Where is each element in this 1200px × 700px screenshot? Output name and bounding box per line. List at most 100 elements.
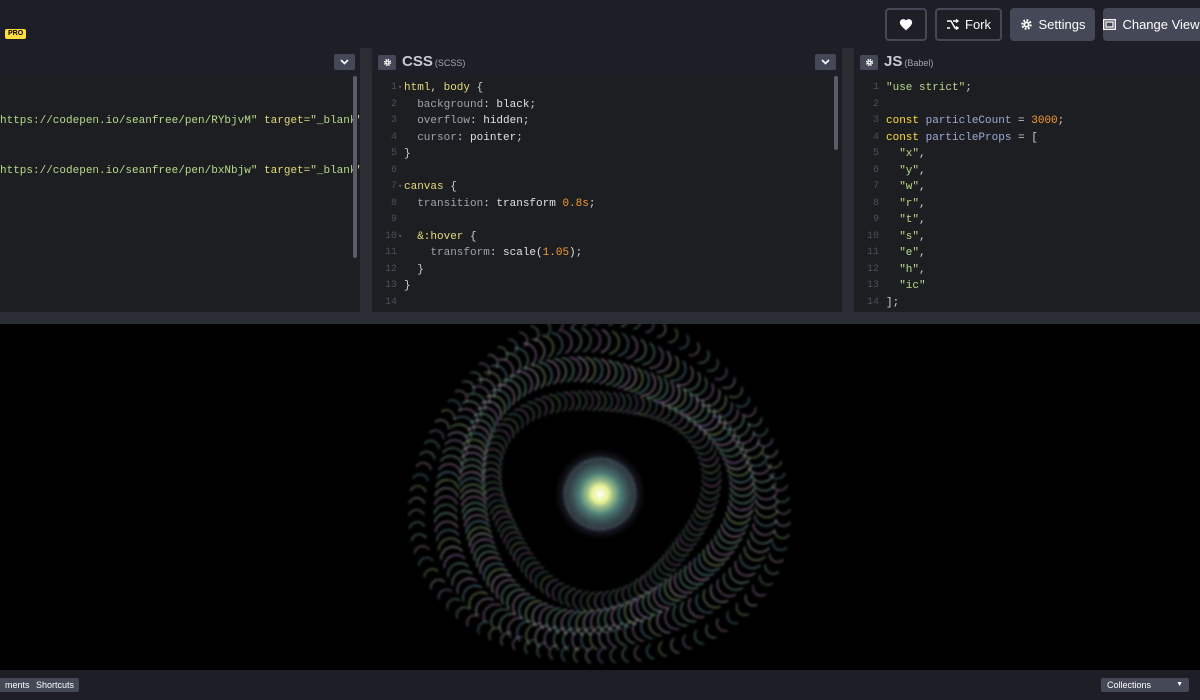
fold-arrow-icon[interactable]: ▾: [398, 229, 402, 245]
pane-resizer[interactable]: [842, 48, 854, 312]
code-line: 14];: [854, 295, 1200, 311]
line-number: 5: [390, 148, 397, 159]
shortcuts-button[interactable]: Shortcuts: [31, 678, 80, 692]
line-number: 3: [872, 115, 879, 126]
settings-label: Settings: [1038, 17, 1086, 32]
line-number: 4: [872, 131, 879, 143]
line-number: 5: [872, 148, 879, 159]
line-number: 2: [872, 98, 879, 110]
code-line: 9: [372, 212, 842, 228]
css-settings-button[interactable]: [378, 55, 396, 70]
html-pane-header: [0, 48, 360, 76]
line-number: 12: [384, 263, 397, 275]
editors-area: https://codepen.io/seanfree/pen/RYbjvM" …: [0, 48, 1200, 312]
css-editor-pane: CSS (SCSS) 1 ▾ html, body {2 background: bl…: [372, 48, 842, 312]
code-line: https://codepen.io/seanfree/pen/bxNbjw" …: [0, 165, 370, 177]
comments-button[interactable]: ments: [0, 678, 35, 692]
line-number: 6: [390, 164, 397, 176]
html-editor-pane: https://codepen.io/seanfree/pen/RYbjvM" …: [0, 48, 370, 312]
line-number: 14: [384, 296, 397, 308]
code-line: 9 "t",: [854, 212, 1200, 228]
code-line: 12 "h",: [854, 262, 1200, 278]
code-line: 10 "s",: [854, 229, 1200, 245]
code-line: 1 ▾ html, body {: [372, 80, 842, 96]
line-number: 4: [390, 131, 397, 143]
line-number: 7: [872, 181, 879, 192]
html-code-area[interactable]: https://codepen.io/seanfree/pen/RYbjvM" …: [0, 76, 370, 312]
js-pane-header: JS (Babel): [854, 48, 1200, 76]
line-number: 12: [866, 263, 879, 275]
html-pane-options-button[interactable]: [334, 54, 355, 70]
code-line: 2 background: black;: [372, 97, 842, 113]
code-line: 4 cursor: pointer;: [372, 130, 842, 146]
code-line: 8 transition: transform 0.8s;: [372, 196, 842, 212]
chevron-down-icon: [821, 59, 830, 65]
css-pane-options-button[interactable]: [815, 54, 836, 70]
code-line: 6: [372, 163, 842, 179]
code-line: 1 "use strict";: [854, 80, 1200, 96]
js-settings-button[interactable]: [860, 55, 878, 70]
code-line: 5}: [372, 146, 842, 162]
js-code-area[interactable]: 1 "use strict"; 2 3 const particleCount = 30…: [854, 76, 1200, 312]
code-line: 7 "w",: [854, 179, 1200, 195]
code-line: 10 ▾ &:hover {: [372, 229, 842, 245]
code-line: 13 "ic": [854, 278, 1200, 294]
line-number: 10: [384, 230, 397, 242]
js-editor-pane: JS (Babel) 1 "use strict"; 2 3 const particle…: [854, 48, 1200, 312]
caret-down-icon: ▼: [1176, 681, 1183, 688]
line-number: 8: [390, 197, 397, 209]
preview-resizer[interactable]: [0, 312, 1200, 324]
particle-canvas[interactable]: [0, 324, 1200, 670]
fork-icon: [947, 19, 959, 30]
line-number: 11: [866, 247, 879, 258]
line-number: 11: [384, 247, 397, 258]
code-line: 14: [372, 295, 842, 311]
line-number: 13: [866, 280, 879, 291]
collections-button[interactable]: Collections ▼: [1101, 678, 1189, 692]
code-line: 3 const particleCount = 3000;: [854, 113, 1200, 129]
fold-arrow-icon[interactable]: ▾: [398, 179, 402, 195]
pro-badge: PRO: [5, 29, 27, 39]
code-line: 6 "y",: [854, 163, 1200, 179]
line-number: 8: [872, 197, 879, 209]
code-line: 2: [854, 97, 1200, 113]
css-code-area[interactable]: 1 ▾ html, body {2 background: black; 3 over…: [372, 76, 842, 312]
chevron-down-icon: [340, 59, 349, 65]
change-view-label: Change View: [1122, 17, 1200, 32]
pane-resizer[interactable]: [360, 48, 372, 312]
layout-icon: [1103, 19, 1117, 30]
line-number: 7: [390, 181, 397, 192]
code-line: 12 }: [372, 262, 842, 278]
css-pane-header: CSS (SCSS): [372, 48, 842, 76]
line-number: 9: [872, 214, 879, 225]
css-editor-scrollbar[interactable]: [834, 76, 838, 150]
line-number: 2: [390, 98, 397, 110]
change-view-button[interactable]: Change View: [1103, 8, 1200, 41]
gear-icon: [1020, 19, 1032, 30]
html-editor-scrollbar[interactable]: [353, 76, 357, 258]
code-line: 11 "e",: [854, 245, 1200, 261]
line-number: 10: [866, 230, 879, 242]
line-number: 9: [390, 214, 397, 225]
code-line: 8 "r",: [854, 196, 1200, 212]
line-number: 14: [866, 296, 879, 308]
gear-icon: [865, 58, 873, 67]
heart-button[interactable]: [885, 8, 927, 41]
top-header: PRO Fork Settings Change View: [0, 0, 1200, 48]
code-line: https://codepen.io/seanfree/pen/RYbjvM" …: [0, 115, 370, 127]
code-line: 4 const particleProps = [: [854, 130, 1200, 146]
particle-core: [554, 448, 646, 540]
line-number: 6: [872, 164, 879, 176]
fork-button[interactable]: Fork: [935, 8, 1002, 41]
fork-label: Fork: [965, 17, 991, 32]
line-number: 1: [872, 82, 879, 93]
code-line: 13}: [372, 278, 842, 294]
line-number: 1: [390, 82, 397, 93]
settings-button[interactable]: Settings: [1010, 8, 1095, 41]
result-preview[interactable]: [0, 324, 1200, 670]
fold-arrow-icon[interactable]: ▾: [398, 80, 402, 96]
line-number: 3: [390, 115, 397, 126]
code-line: 3 overflow: hidden;: [372, 113, 842, 129]
code-line: 11 transform: scale(1.05);: [372, 245, 842, 261]
gear-icon: [383, 58, 391, 67]
